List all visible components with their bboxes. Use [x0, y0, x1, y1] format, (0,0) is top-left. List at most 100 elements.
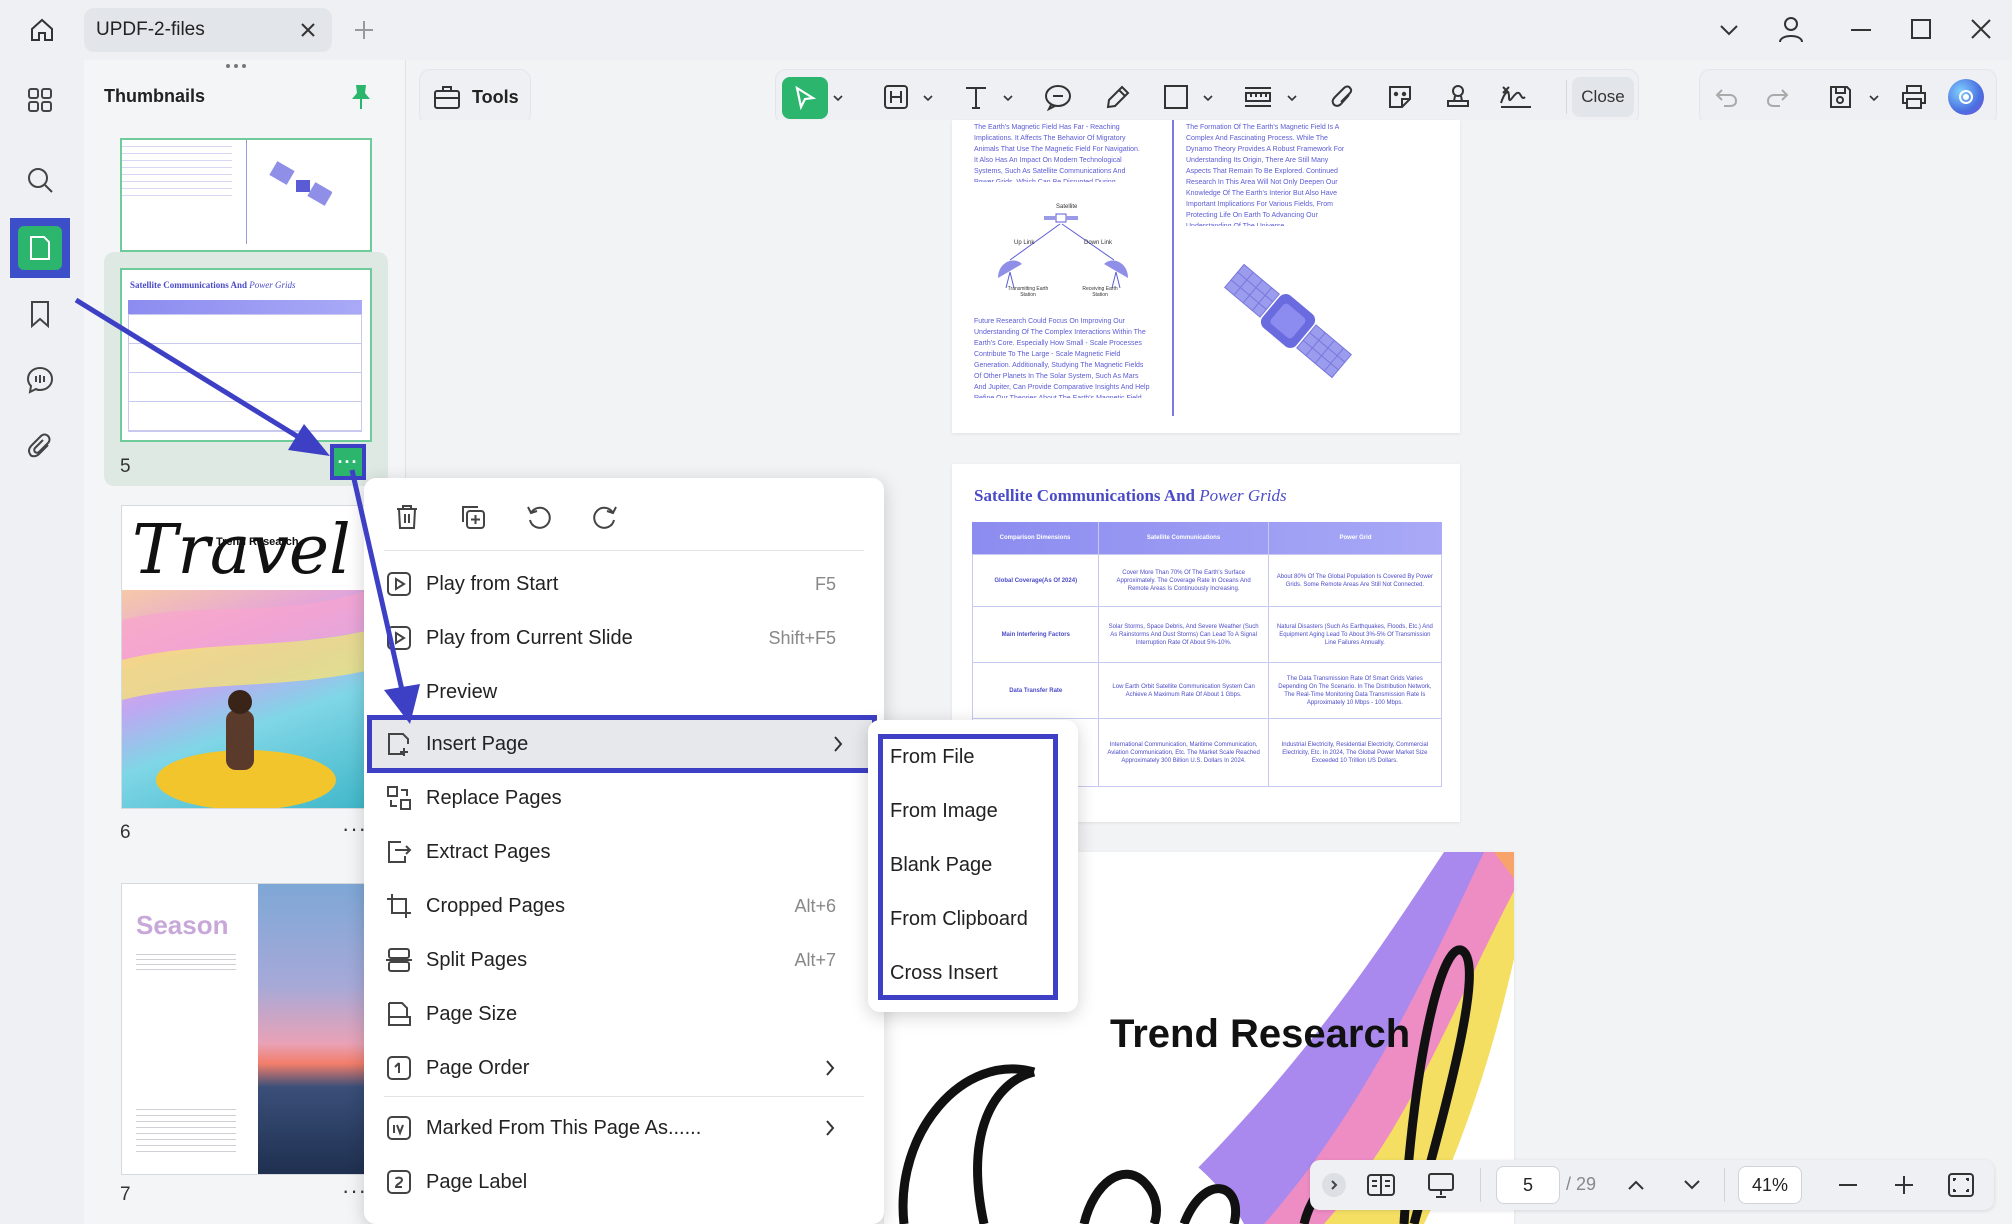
close-edit-button[interactable]: Close: [1572, 77, 1634, 117]
undo-icon[interactable]: [1706, 77, 1746, 117]
page-navigation-bar: / 29 41%: [1310, 1160, 1994, 1210]
select-tool-icon[interactable]: [782, 77, 828, 119]
menu-item-marked-from-page[interactable]: Marked From This Page As......: [384, 1104, 864, 1152]
pin-icon[interactable]: [346, 82, 376, 112]
thumbnails-panel-icon[interactable]: [10, 218, 70, 278]
menu-item-preview[interactable]: Preview: [384, 668, 864, 716]
attachment-icon[interactable]: [10, 416, 70, 476]
save-icon[interactable]: [1820, 77, 1860, 117]
paperclip-tool-icon[interactable]: [1322, 77, 1362, 117]
submenu-item-cross-insert[interactable]: Cross Insert: [890, 962, 998, 985]
thumbnail-page-7[interactable]: Season: [122, 884, 370, 1174]
sticker-tool-icon[interactable]: [1380, 77, 1420, 117]
new-tab-icon[interactable]: [350, 16, 378, 44]
menu-item-insert-page[interactable]: Insert Page: [367, 715, 877, 773]
measure-tool-icon[interactable]: [1238, 77, 1278, 117]
rectangle-tool-icon[interactable]: [1156, 77, 1196, 117]
menu-item-split-pages[interactable]: Split Pages Alt+7: [384, 936, 864, 984]
satellite-link-diagram: [998, 213, 1128, 289]
context-quick-actions: [384, 492, 864, 542]
menu-item-page-label[interactable]: Page Label: [384, 1158, 864, 1206]
text-tool-icon[interactable]: [956, 77, 996, 117]
thumb5-title-a: Satellite Communications And: [130, 280, 248, 290]
bookmark-icon[interactable]: [10, 284, 70, 344]
pencil-tool-icon[interactable]: [1098, 77, 1138, 117]
zoom-out-icon[interactable]: [1832, 1169, 1864, 1201]
page-label-icon: [384, 1167, 414, 1197]
chevron-down-icon[interactable]: [1714, 16, 1744, 44]
menu-item-page-order[interactable]: Page Order: [384, 1044, 864, 1092]
table-cell: The Data Transmission Rate Of Smart Grid…: [1267, 663, 1441, 718]
search-icon[interactable]: [10, 150, 70, 210]
submenu-item-from-file[interactable]: From File: [890, 746, 974, 769]
table-header-cell: Comparison Dimensions: [999, 535, 1071, 541]
maximize-icon[interactable]: [1906, 14, 1936, 44]
page-size-icon: [384, 999, 414, 1029]
presentation-icon[interactable]: [1424, 1169, 1458, 1201]
reading-mode-icon[interactable]: [1364, 1169, 1398, 1201]
menu-item-page-size[interactable]: Page Size: [384, 990, 864, 1038]
page4-body-text-left2: Future Research Could Focus On Improving…: [974, 318, 1150, 398]
thumbnail-page-5[interactable]: Satellite Communications And Power Grids: [122, 270, 370, 440]
menu-item-cropped-pages[interactable]: Cropped Pages Alt+6: [384, 882, 864, 930]
current-page-input[interactable]: [1496, 1166, 1560, 1204]
apps-grid-icon[interactable]: [10, 70, 70, 130]
submenu-item-from-image[interactable]: From Image: [890, 800, 998, 823]
measure-tool-caret[interactable]: [1286, 92, 1298, 104]
annotation-toolbar: Close: [776, 70, 1638, 124]
duplicate-page-icon[interactable]: [450, 494, 496, 540]
menu-item-label: Page Order: [426, 1056, 530, 1079]
zoom-level[interactable]: 41%: [1738, 1166, 1802, 1204]
rectangle-tool-caret[interactable]: [1202, 92, 1214, 104]
close-window-icon[interactable]: [1966, 14, 1996, 44]
submenu-item-from-clipboard[interactable]: From Clipboard: [890, 908, 1028, 931]
select-tool-caret[interactable]: [832, 92, 844, 104]
rotate-right-icon[interactable]: [582, 494, 628, 540]
menu-item-play-from-current-slide[interactable]: Play from Current Slide Shift+F5: [384, 614, 864, 662]
thumbnails-title: Thumbnails: [104, 86, 206, 106]
close-tab-icon[interactable]: [296, 18, 320, 42]
signature-tool-icon[interactable]: [1496, 77, 1536, 117]
comments-icon[interactable]: [10, 350, 70, 410]
save-caret[interactable]: [1868, 92, 1880, 104]
drag-handle[interactable]: [226, 64, 254, 70]
total-pages: / 29: [1566, 1174, 1597, 1194]
zoom-in-icon[interactable]: [1888, 1169, 1920, 1201]
highlight-tool-icon[interactable]: [876, 77, 916, 117]
document-tab[interactable]: UPDF-2-files: [84, 8, 332, 52]
document-actions-toolbar: [1700, 70, 1996, 124]
thumb-table-body: [128, 314, 362, 432]
user-account-icon[interactable]: [1774, 12, 1808, 46]
redo-icon[interactable]: [1758, 77, 1798, 117]
menu-item-extract-pages[interactable]: Extract Pages: [384, 828, 864, 876]
home-icon[interactable]: [20, 10, 64, 50]
table-cell: Data Transfer Rate: [1009, 687, 1063, 694]
menu-item-play-from-start[interactable]: Play from Start F5: [384, 560, 864, 608]
collapse-nav-icon[interactable]: [1322, 1173, 1346, 1197]
minimize-icon[interactable]: [1846, 16, 1876, 44]
chevron-right-icon: [832, 734, 844, 754]
rotate-left-icon[interactable]: [516, 494, 562, 540]
next-page-icon[interactable]: [1676, 1169, 1708, 1201]
diagram-label-satellite: Satellite: [1056, 204, 1078, 210]
thumbnail-page-4[interactable]: [122, 140, 370, 250]
fit-to-page-icon[interactable]: [1944, 1169, 1978, 1201]
previous-page-icon[interactable]: [1620, 1169, 1652, 1201]
menu-item-label: Marked From This Page As......: [426, 1116, 702, 1139]
comment-tool-icon[interactable]: [1038, 77, 1078, 117]
page-5-more-options-button[interactable]: ···: [330, 444, 366, 480]
print-icon[interactable]: [1894, 77, 1934, 117]
thumb-table-header: [128, 300, 362, 314]
stamp-tool-icon[interactable]: [1438, 77, 1478, 117]
menu-item-replace-pages[interactable]: Replace Pages: [384, 774, 864, 822]
text-tool-caret[interactable]: [1002, 92, 1014, 104]
tools-button[interactable]: Tools: [420, 70, 530, 124]
menu-item-label: Split Pages: [426, 948, 528, 971]
highlight-tool-caret[interactable]: [922, 92, 934, 104]
thumbnail-page-6[interactable]: Trend Research Travel: [122, 506, 370, 808]
submenu-item-blank-page[interactable]: Blank Page: [890, 854, 992, 877]
table-cell: About 80% Of The Global Population Is Co…: [1267, 555, 1441, 606]
ai-assistant-icon[interactable]: [1946, 77, 1986, 117]
delete-page-icon[interactable]: [384, 494, 430, 540]
diagram-label-tx: Transmitting Earth Station: [1007, 286, 1049, 298]
